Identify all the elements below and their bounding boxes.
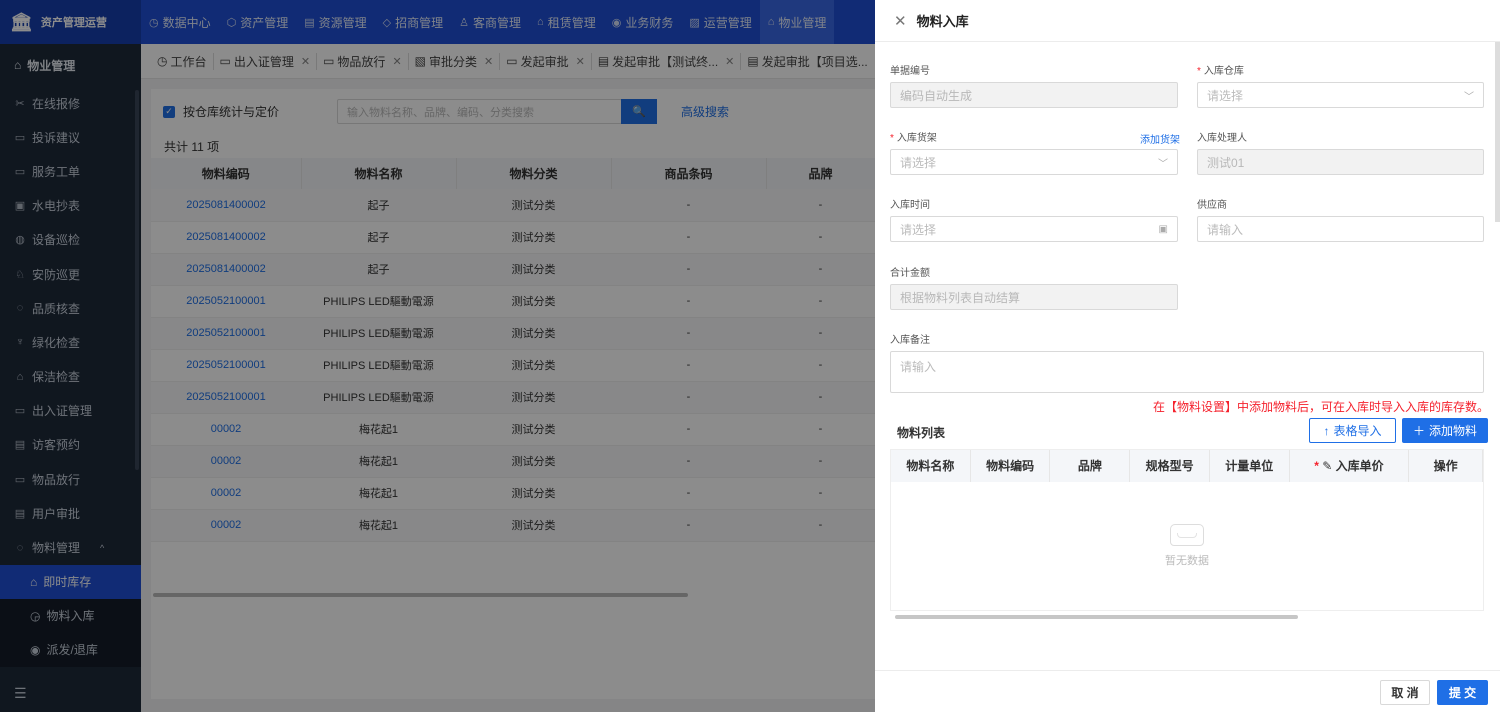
material-table-header: 物料名称 物料编码 品牌 规格型号 计量单位 * ✎ 入库单价 操作	[891, 450, 1484, 482]
doc-no-field: 编码自动生成	[890, 82, 1178, 108]
edit-icon: ✎	[1322, 459, 1336, 473]
drawer-header: ✕ 物料入库	[875, 0, 1500, 42]
material-list-title: 物料列表	[897, 426, 946, 440]
material-column-header: 规格型号	[1130, 450, 1210, 482]
chevron-down-icon: ﹀	[1464, 91, 1474, 103]
empty-box-icon	[1170, 524, 1204, 546]
close-icon[interactable]: ✕	[894, 12, 907, 30]
add-material-label: 添加物料	[1429, 424, 1478, 438]
material-table-scrollbar[interactable]	[895, 615, 1298, 619]
empty-text: 暂无数据	[1165, 555, 1209, 567]
supplier-input[interactable]: 请输入	[1197, 216, 1484, 242]
material-column-header: * ✎ 入库单价	[1290, 450, 1410, 482]
time-picker[interactable]: 请选择 ▣	[890, 216, 1178, 242]
material-column-header: 品牌	[1050, 450, 1131, 482]
material-column-header: 操作	[1409, 450, 1484, 482]
material-column-label: 计量单位	[1225, 459, 1274, 473]
remark-textarea[interactable]: 请输入	[890, 351, 1484, 393]
material-column-header: 物料编码	[971, 450, 1051, 482]
shelf-label: * 入库货架	[890, 133, 937, 144]
material-column-label: 物料名称	[906, 459, 955, 473]
chevron-down-icon: ﹀	[1158, 158, 1168, 170]
add-material-button[interactable]: ＋ 添加物料	[1402, 418, 1488, 443]
material-column-label: 物料编码	[986, 459, 1035, 473]
add-shelf-link[interactable]: 添加货架	[1140, 131, 1180, 146]
handler-field: 测试01	[1197, 149, 1484, 175]
drawer-scrollbar[interactable]	[1495, 42, 1500, 222]
submit-button[interactable]: 提 交	[1437, 680, 1488, 705]
supplier-label: 供应商	[1197, 200, 1227, 211]
material-column-header: 物料名称	[891, 450, 971, 482]
cancel-button[interactable]: 取 消	[1380, 680, 1430, 705]
material-column-label: 入库单价	[1335, 459, 1384, 473]
modal-overlay[interactable]	[0, 0, 875, 712]
total-amount-field: 根据物料列表自动结算	[890, 284, 1178, 310]
inbound-drawer: ✕ 物料入库 单据编号 编码自动生成 * 入库仓库 请选择 ﹀ * 入库货架 添加货架…	[875, 0, 1500, 712]
drawer-title: 物料入库	[916, 14, 969, 29]
material-table: 物料名称 物料编码 品牌 规格型号 计量单位 * ✎ 入库单价 操作 暂无数据	[890, 449, 1484, 611]
material-column-header: 计量单位	[1210, 450, 1290, 482]
plus-icon: ＋	[1412, 424, 1425, 438]
upload-icon: ↑	[1323, 423, 1330, 438]
table-import-label: 表格导入	[1333, 424, 1382, 438]
table-import-button[interactable]: ↑ 表格导入	[1309, 418, 1396, 443]
handler-label: 入库处理人	[1197, 133, 1247, 144]
material-column-label: 品牌	[1077, 459, 1102, 473]
remark-label: 入库备注	[890, 335, 930, 346]
time-label: 入库时间	[890, 200, 930, 211]
doc-no-label: 单据编号	[890, 66, 930, 77]
material-hint: 在【物料设置】中添加物料后，可在入库时导入入库的库存数。	[1152, 400, 1489, 414]
warehouse-label: * 入库仓库	[1197, 66, 1244, 77]
material-column-label: 操作	[1433, 459, 1458, 473]
empty-state: 暂无数据	[891, 482, 1483, 610]
total-label: 合计金额	[890, 268, 930, 279]
calendar-icon: ▣	[1158, 223, 1168, 235]
warehouse-select[interactable]: 请选择 ﹀	[1197, 82, 1484, 108]
shelf-select[interactable]: 请选择 ﹀	[890, 149, 1178, 175]
material-column-label: 规格型号	[1145, 459, 1194, 473]
